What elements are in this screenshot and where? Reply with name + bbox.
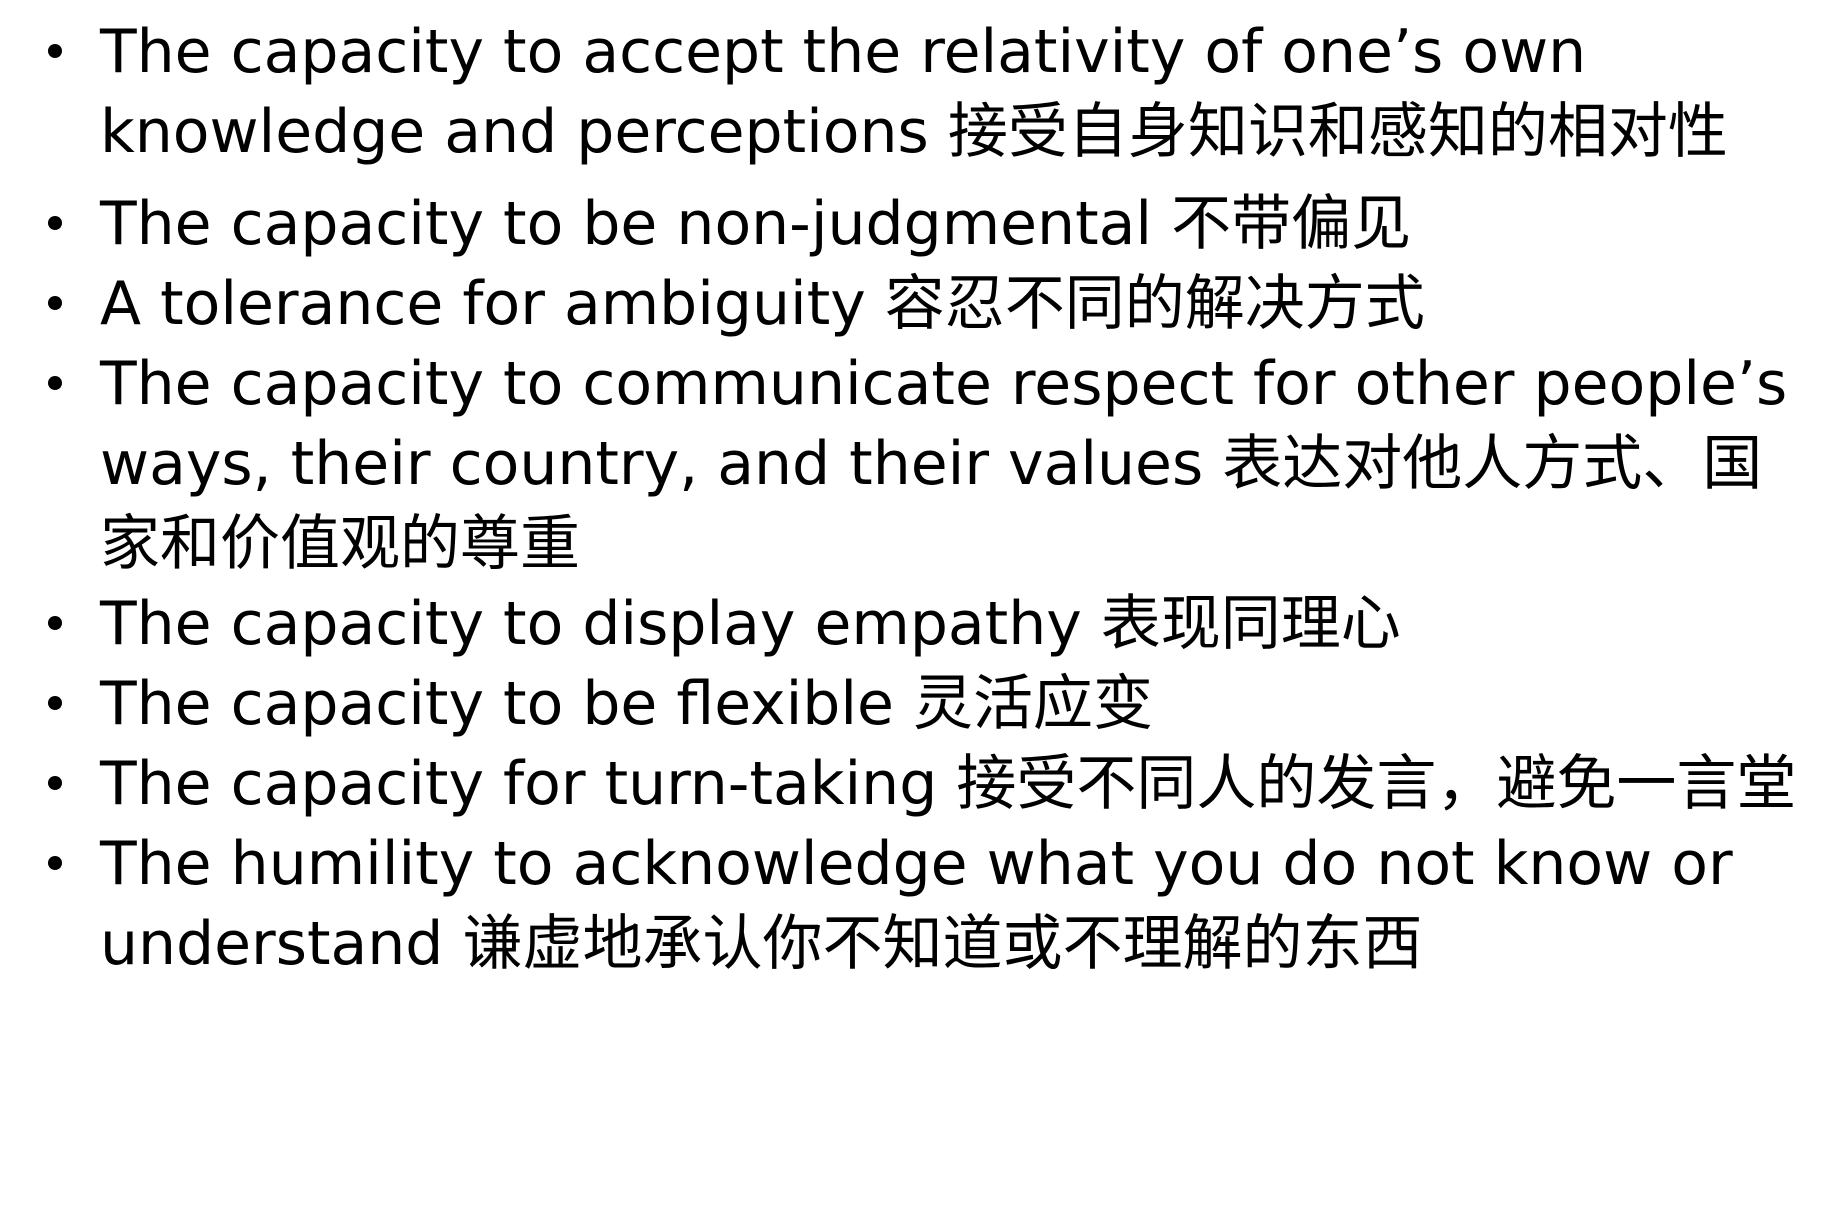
list-item-text: The capacity to be flexible 灵活应变 [100,669,1153,739]
bullet-icon [48,216,62,230]
list-item-text: The capacity for turn-taking 接受不同人的发言，避免… [100,749,1797,819]
list-item: The capacity for turn-taking 接受不同人的发言，避免… [48,744,1808,824]
list-item: The capacity to be non-judgmental 不带偏见 [48,184,1808,264]
list-item-text: The capacity to be non-judgmental 不带偏见 [100,189,1412,259]
slide: The capacity to accept the relativity of… [0,0,1844,1214]
list-item: The capacity to be flexible 灵活应变 [48,664,1808,744]
bullet-icon [48,296,62,310]
list-item-text: The capacity to accept the relativity of… [100,17,1728,167]
list-item-text: A tolerance for ambiguity 容忍不同的解决方式 [100,269,1425,339]
list-item: The humility to acknowledge what you do … [48,824,1808,984]
bullet-icon [48,776,62,790]
bullet-icon [48,696,62,710]
list-item-text: The humility to acknowledge what you do … [100,829,1733,979]
list-item: The capacity to display empathy 表现同理心 [48,584,1808,664]
list-item: A tolerance for ambiguity 容忍不同的解决方式 [48,264,1808,344]
bullet-icon [48,44,62,58]
bullet-list: The capacity to accept the relativity of… [48,12,1808,984]
bullet-icon [48,856,62,870]
bullet-icon [48,616,62,630]
list-item: The capacity to accept the relativity of… [48,12,1808,172]
list-item: The capacity to communicate respect for … [48,344,1808,584]
list-item-text: The capacity to communicate respect for … [100,349,1788,579]
list-item-text: The capacity to display empathy 表现同理心 [100,589,1401,659]
bullet-icon [48,376,62,390]
